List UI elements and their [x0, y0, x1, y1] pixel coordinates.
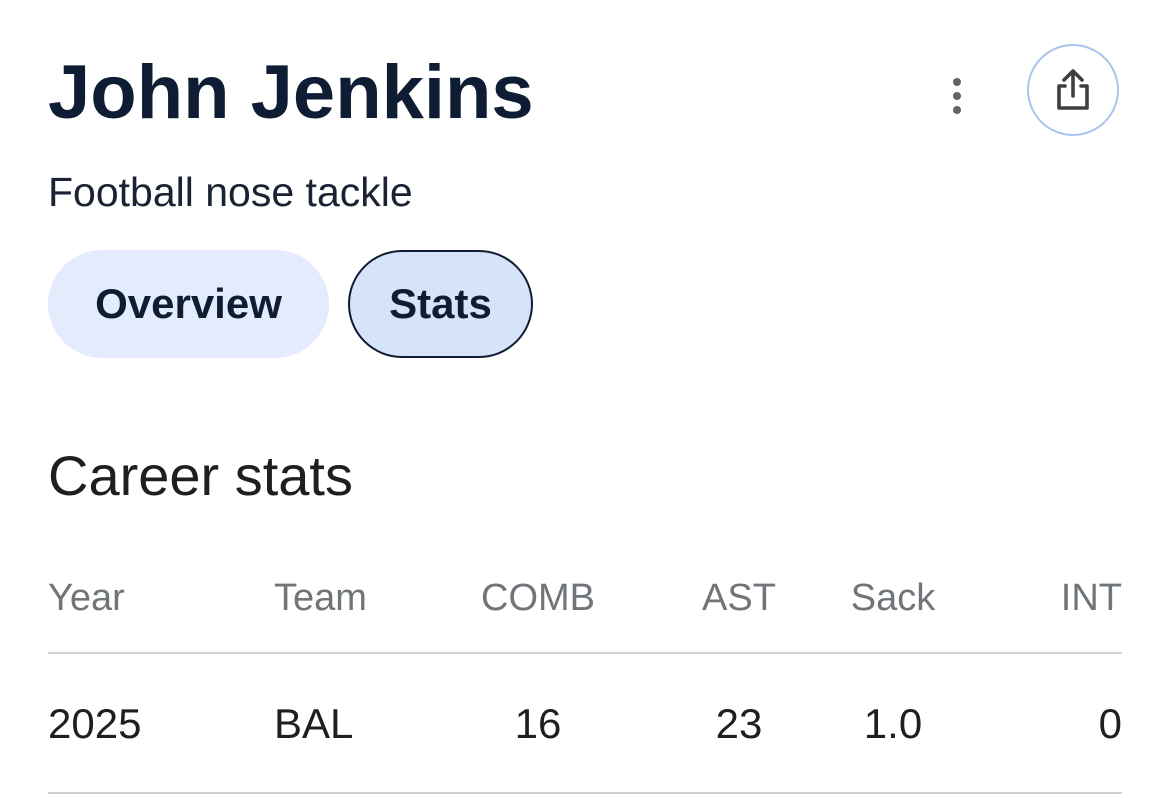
cell-sack: 1.0	[863, 700, 923, 747]
career-stats-table: Year Team COMB AST Sack INT 2025 BAL 16 …	[48, 560, 1122, 794]
player-position: Football nose tackle	[48, 169, 413, 215]
share-button[interactable]	[1027, 44, 1119, 136]
column-header-year: Year	[48, 577, 125, 619]
cell-comb: 16	[514, 700, 562, 747]
column-header-ast: AST	[702, 577, 776, 619]
tab-overview[interactable]: Overview	[48, 250, 329, 358]
column-header-int: INT	[1060, 577, 1122, 619]
column-header-comb: COMB	[481, 577, 595, 619]
vertical-ellipsis-icon	[953, 78, 961, 86]
section-title-career-stats: Career stats	[48, 444, 353, 507]
table-row: 2025 BAL 16 23 1.0 0	[48, 654, 1122, 794]
cell-int: 0	[1098, 700, 1122, 747]
more-options-button[interactable]	[934, 68, 980, 124]
player-name: John Jenkins	[48, 50, 534, 135]
tab-stats[interactable]: Stats	[348, 250, 533, 358]
cell-ast: 23	[715, 700, 763, 747]
column-header-sack: Sack	[850, 577, 936, 619]
share-icon	[1057, 69, 1089, 110]
cell-year: 2025	[48, 700, 142, 747]
tab-bar: Overview Stats	[48, 250, 533, 358]
table-header-row: Year Team COMB AST Sack INT	[48, 560, 1122, 654]
column-header-team: Team	[274, 577, 367, 619]
ellipsis-dot	[953, 106, 961, 114]
team-link[interactable]: BAL	[274, 700, 353, 748]
ellipsis-dot	[953, 92, 961, 100]
